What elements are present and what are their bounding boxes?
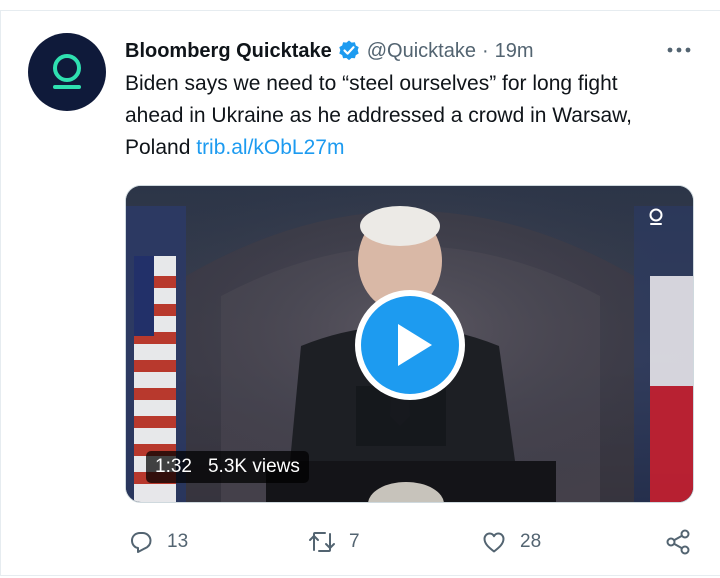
separator-dot: · [481,39,489,62]
video-player[interactable]: 1:32 5.3K views [125,185,694,503]
reply-count: 13 [167,531,189,552]
play-icon [398,324,432,366]
tweet-text-line: Biden says we need to “steel ourselves” … [125,72,618,95]
play-button[interactable] [355,290,465,400]
tweet-header: Bloomberg Quicktake @Quicktake · 19m [125,36,534,66]
share-icon [663,527,693,557]
tweet-text-line-last: Poland trib.al/kObL27m [125,132,705,164]
retweet-button[interactable]: 7 [307,524,360,560]
video-views: 5.3K views [207,456,300,477]
retweet-count: 7 [349,531,360,552]
heart-icon [480,528,508,556]
share-button[interactable] [663,524,693,560]
video-meta-badge: 1:32 5.3K views [146,451,309,483]
verified-badge-icon [337,39,361,63]
tweet-text: Biden says we need to “steel ourselves” … [125,68,705,164]
like-count: 28 [520,531,542,552]
handle[interactable]: @Quicktake [367,40,476,63]
tweet-actions: 13 7 28 [125,524,705,560]
timestamp[interactable]: 19m [495,40,534,63]
quicktake-q-logo-icon [53,54,81,89]
tweet-card[interactable]: Bloomberg Quicktake @Quicktake · 19m Bid… [0,0,720,564]
tweet-text-line: ahead in Ukraine as he addressed a crowd… [125,104,632,127]
quicktake-watermark-icon [646,206,666,228]
bottom-divider [0,575,720,576]
tweet-text-line: Poland [125,136,197,159]
avatar[interactable] [28,33,106,111]
video-duration: 1:32 [155,456,192,477]
reply-button[interactable]: 13 [127,524,188,560]
retweet-icon [307,528,337,556]
more-options-icon[interactable] [664,42,694,58]
reply-icon [127,528,155,556]
polish-flag [650,276,693,502]
tweet-link[interactable]: trib.al/kObL27m [196,136,344,159]
display-name[interactable]: Bloomberg Quicktake [125,40,332,63]
like-button[interactable]: 28 [480,524,541,560]
